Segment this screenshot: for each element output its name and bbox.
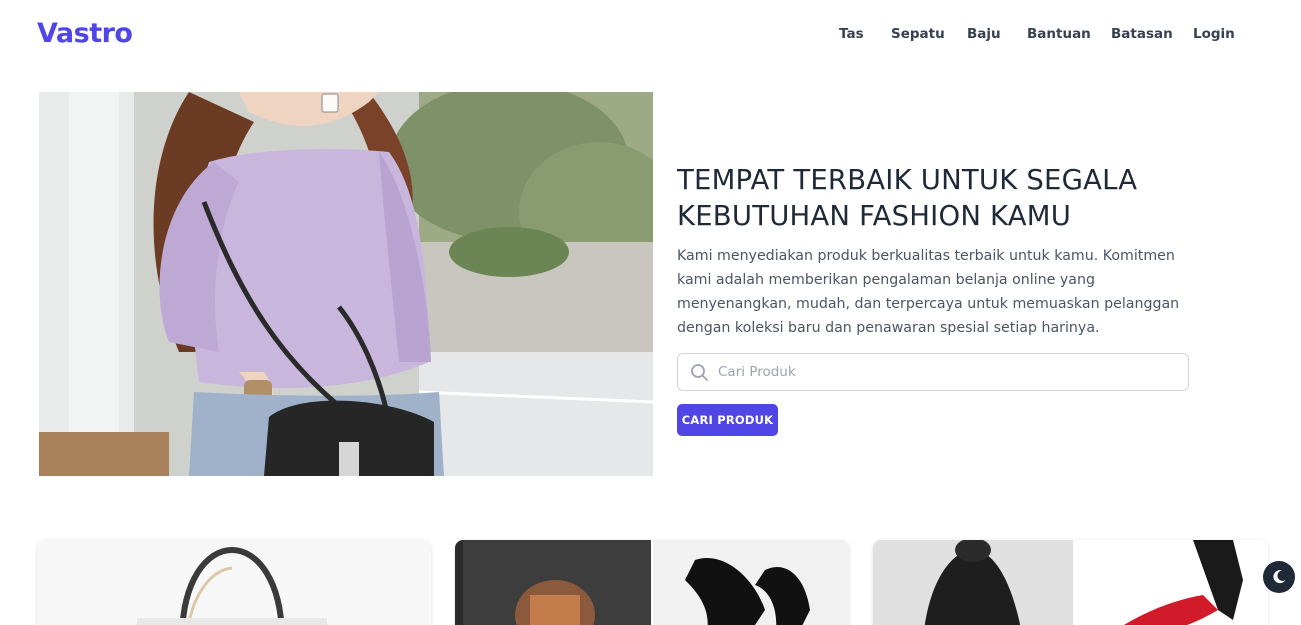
search-products-button[interactable]: CARI PRODUK bbox=[677, 404, 778, 436]
hero-title: TEMPAT TERBAIK UNTUK SEGALA KEBUTUHAN FA… bbox=[677, 164, 1138, 232]
navbar: Vastro Tas Sepatu Baju Bantuan Batasan L… bbox=[0, 0, 1301, 70]
nav-item-bantuan[interactable]: Bantuan bbox=[1027, 26, 1091, 42]
nav-item-sepatu[interactable]: Sepatu bbox=[891, 26, 945, 42]
theme-toggle-button[interactable] bbox=[1263, 561, 1295, 593]
product-card-clothes-shoes[interactable] bbox=[455, 540, 849, 625]
hero-text: TEMPAT TERBAIK UNTUK SEGALA KEBUTUHAN FA… bbox=[677, 162, 1197, 340]
moon-icon bbox=[1273, 570, 1286, 584]
nav-item-baju[interactable]: Baju bbox=[967, 26, 1001, 42]
nav-item-tas[interactable]: Tas bbox=[839, 26, 864, 42]
nav-item-batasan[interactable]: Batasan bbox=[1111, 26, 1173, 42]
nav-item-login[interactable]: Login bbox=[1193, 26, 1235, 42]
search-input[interactable] bbox=[718, 354, 1178, 390]
product-search bbox=[677, 353, 1189, 391]
search-icon bbox=[690, 363, 710, 383]
nav-menu: Tas Sepatu Baju Bantuan Batasan Login bbox=[0, 26, 1301, 46]
hero-image bbox=[39, 92, 653, 476]
hero-description: Kami menyediakan produk berkualitas terb… bbox=[677, 248, 1180, 336]
product-card-fashion[interactable] bbox=[873, 540, 1268, 625]
product-card-bags[interactable] bbox=[37, 540, 431, 625]
